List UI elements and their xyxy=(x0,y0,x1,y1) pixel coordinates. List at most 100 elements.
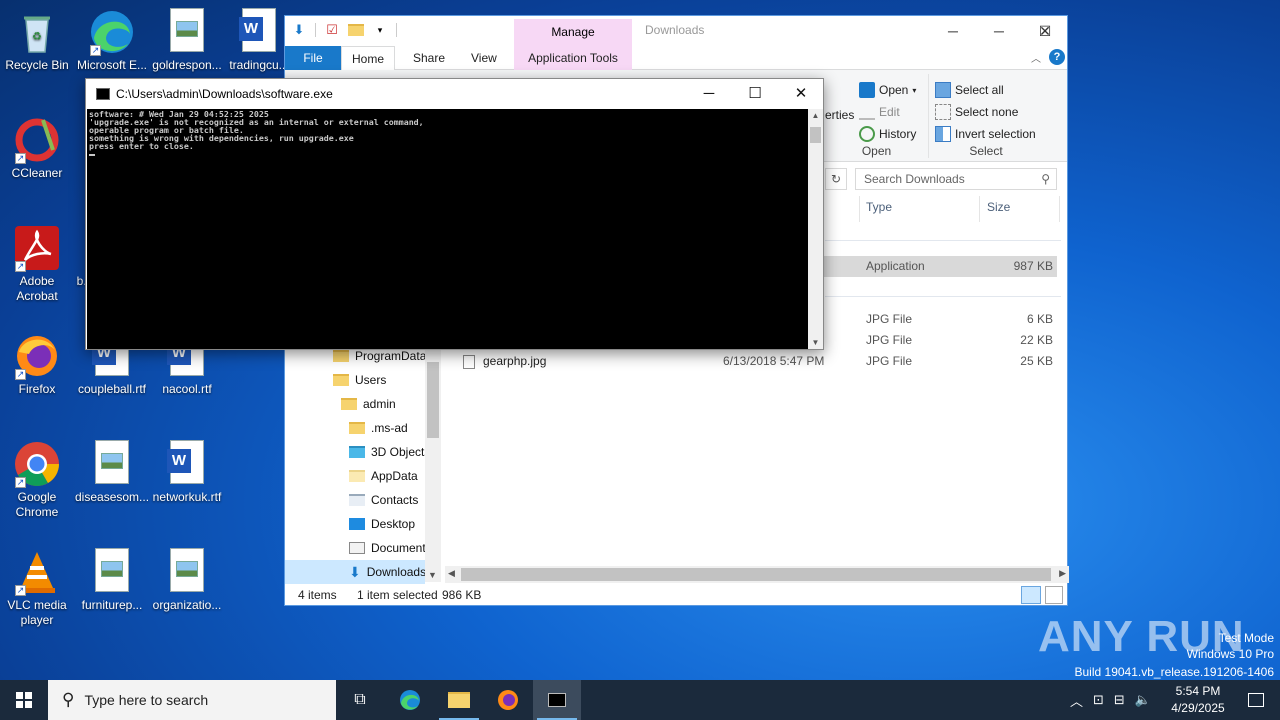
console-titlebar[interactable]: C:\Users\admin\Downloads\software.exe ─ … xyxy=(86,79,823,109)
tab-application-tools[interactable]: Application Tools xyxy=(514,46,632,70)
horizontal-scrollbar[interactable]: ◀ ▶ xyxy=(445,566,1069,583)
nav-item-3d-objects[interactable]: 3D Objects xyxy=(349,440,425,464)
status-size: 986 KB xyxy=(442,588,482,602)
desktop-icon-goldrespon[interactable]: goldrespon... xyxy=(150,8,224,73)
select-none-button[interactable]: Select none xyxy=(935,104,1018,120)
taskbar-search-box[interactable]: ⚲ Type here to search xyxy=(48,680,336,720)
desktop-icon-diseasesom[interactable]: diseasesom... xyxy=(75,440,149,505)
close-button[interactable]: ✕ xyxy=(1022,16,1068,46)
scroll-up-arrow-icon[interactable]: ▲ xyxy=(808,111,823,120)
taskbar-file-explorer[interactable] xyxy=(435,680,483,720)
scroll-down-arrow-icon[interactable]: ▼ xyxy=(808,338,823,347)
folder-icon xyxy=(341,398,357,410)
console-cursor xyxy=(89,154,95,156)
console-minimize-button[interactable]: ─ xyxy=(686,79,732,109)
taskbar-edge[interactable] xyxy=(386,680,434,720)
desktop-icon-acrobat[interactable]: ↗ Adobe Acrobat xyxy=(0,224,74,304)
explorer-titlebar[interactable]: ⬇ ☑ ▾ Manage Downloads ─ ☐ ─ xyxy=(285,16,1067,46)
scrollbar-thumb[interactable] xyxy=(810,127,821,143)
nav-item-contacts[interactable]: Contacts xyxy=(349,488,418,512)
system-tray: ︿ ⊡ ⊟ 🔈 xyxy=(1070,680,1151,720)
desktop-icon-recycle-bin[interactable]: ♻ Recycle Bin xyxy=(0,8,74,73)
desktop-icon-networkuk[interactable]: W networkuk.rtf xyxy=(150,440,224,505)
scrollbar-thumb[interactable] xyxy=(427,362,439,438)
desktop-icon-furniturep[interactable]: furniturep... xyxy=(75,548,149,613)
scroll-right-arrow-icon[interactable]: ▶ xyxy=(1059,568,1066,579)
desktop-icon-label: Firefox xyxy=(18,382,56,396)
console-close-button[interactable]: ✕ xyxy=(778,79,824,109)
select-none-icon xyxy=(935,104,951,120)
scroll-left-arrow-icon[interactable]: ◀ xyxy=(448,568,455,579)
desktop-icon-label: CCleaner xyxy=(11,166,63,180)
desktop-icon-ccleaner[interactable]: ↗ CCleaner xyxy=(0,116,74,181)
network-device-icon[interactable]: ⊡ xyxy=(1093,692,1104,708)
documents-icon xyxy=(349,542,365,554)
search-input[interactable]: Search Downloads ⚲ xyxy=(855,168,1057,190)
nav-item-ms-ad[interactable]: .ms-ad xyxy=(349,416,408,440)
nav-item-appdata[interactable]: AppData xyxy=(349,464,418,488)
minimize-button-real[interactable]: ─ xyxy=(930,16,976,46)
column-separator[interactable] xyxy=(859,196,860,222)
taskbar-firefox[interactable] xyxy=(484,680,532,720)
select-all-button[interactable]: Select all xyxy=(935,82,1004,98)
toolbar-divider xyxy=(315,23,316,37)
tab-view[interactable]: View xyxy=(461,46,507,70)
edit-button[interactable]: Edit xyxy=(859,104,900,120)
taskbar-clock[interactable]: 5:54 PM 4/29/2025 xyxy=(1162,683,1234,717)
image-file-icon xyxy=(88,548,136,596)
file-row[interactable]: gearphp.jpg 6/13/2018 5:47 PM JPG File 2… xyxy=(441,351,1057,372)
file-type: JPG File xyxy=(866,312,913,326)
network-icon[interactable]: ⊟ xyxy=(1114,692,1125,708)
console-output[interactable]: software: # Wed Jan 29 04:52:25 2025 'up… xyxy=(87,109,808,349)
download-arrow-icon[interactable]: ⬇ xyxy=(291,22,307,38)
folder-icon xyxy=(333,350,349,362)
nav-item-admin[interactable]: admin xyxy=(341,392,396,416)
large-icons-view-icon[interactable] xyxy=(1045,586,1063,604)
show-hidden-icons-chevron-icon[interactable]: ︿ xyxy=(1070,691,1083,710)
task-view-button[interactable]: ⧉ xyxy=(336,680,384,720)
notification-center-button[interactable] xyxy=(1232,680,1280,720)
properties-check-icon[interactable]: ☑ xyxy=(324,22,340,38)
desktop-icon-edge[interactable]: ↗ Microsoft E... xyxy=(75,8,149,73)
start-button[interactable] xyxy=(0,680,48,720)
group-label-select: Select xyxy=(969,144,1003,158)
scroll-down-arrow-icon[interactable]: ▼ xyxy=(428,570,437,580)
console-line: something is wrong with dependencies, ru… xyxy=(89,133,354,143)
nav-item-desktop[interactable]: Desktop xyxy=(349,512,415,536)
properties-button[interactable]: erties xyxy=(825,108,854,122)
taskbar-console[interactable] xyxy=(533,680,581,720)
desktop-icon-vlc[interactable]: ↗ VLC media player xyxy=(0,548,74,628)
details-view-icon[interactable] xyxy=(1021,586,1041,604)
desktop-icon-chrome[interactable]: ↗ Google Chrome xyxy=(0,440,74,520)
desktop-icon-label: goldrespon... xyxy=(152,58,222,72)
new-folder-icon[interactable] xyxy=(348,22,364,38)
desktop-icon-firefox[interactable]: ↗ Firefox xyxy=(0,332,74,397)
volume-icon[interactable]: 🔈 xyxy=(1135,692,1151,708)
nav-item-documents[interactable]: Documents xyxy=(349,536,425,560)
nav-item-users[interactable]: Users xyxy=(333,368,386,392)
tab-share[interactable]: Share xyxy=(403,46,455,70)
column-header-size[interactable]: Size xyxy=(987,200,1010,218)
open-button[interactable]: Open ▾ xyxy=(859,82,916,98)
chrome-icon: ↗ xyxy=(13,440,61,488)
console-maximize-button[interactable]: ☐ xyxy=(732,79,778,109)
nav-item-downloads[interactable]: ⬇ Downloads xyxy=(285,560,425,584)
refresh-button[interactable]: ↻ xyxy=(825,168,847,190)
console-window[interactable]: C:\Users\admin\Downloads\software.exe ─ … xyxy=(85,78,824,350)
manage-contextual-tab[interactable]: Manage xyxy=(514,19,632,46)
column-separator[interactable] xyxy=(979,196,980,222)
tab-file[interactable]: File xyxy=(285,46,341,70)
customize-toolbar-chevron-icon[interactable]: ▾ xyxy=(372,22,388,38)
column-separator[interactable] xyxy=(1059,196,1060,222)
help-icon[interactable]: ? xyxy=(1049,49,1065,65)
desktop-icon-label: furniturep... xyxy=(81,598,143,612)
ccleaner-icon: ↗ xyxy=(13,116,61,164)
console-scrollbar[interactable]: ▲ ▼ xyxy=(808,109,823,349)
column-header-type[interactable]: Type xyxy=(866,200,892,218)
tab-home[interactable]: Home xyxy=(341,46,396,71)
desktop-icon-organizatio[interactable]: organizatio... xyxy=(150,548,224,613)
invert-selection-button[interactable]: Invert selection xyxy=(935,126,1036,142)
scrollbar-thumb[interactable] xyxy=(461,568,1051,581)
collapse-ribbon-chevron-icon[interactable]: ︿ xyxy=(1031,50,1041,65)
history-button[interactable]: History xyxy=(859,126,916,142)
